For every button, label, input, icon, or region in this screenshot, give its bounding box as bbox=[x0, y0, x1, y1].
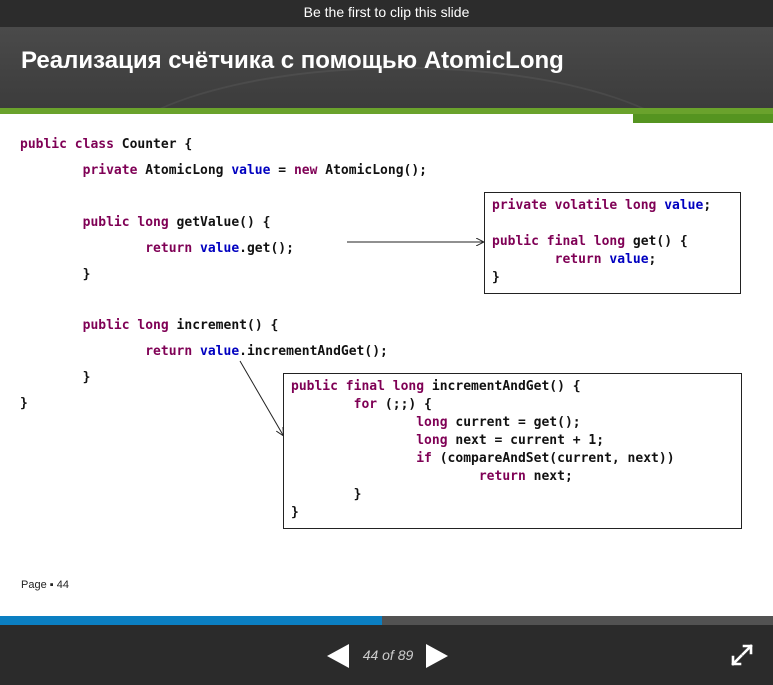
arrow-to-increment-box bbox=[239, 360, 283, 435]
fullscreen-icon[interactable] bbox=[730, 643, 754, 667]
next-arrow-icon[interactable] bbox=[426, 644, 448, 668]
clip-slide-text[interactable]: Be the first to clip this slide bbox=[304, 4, 470, 20]
arrows-layer bbox=[239, 27, 773, 616]
fullscreen-glyph bbox=[731, 644, 753, 666]
progress-bar[interactable] bbox=[0, 616, 773, 625]
prev-arrow-icon[interactable] bbox=[327, 644, 349, 668]
slide: Реализация счётчика с помощью AtomicLong… bbox=[0, 27, 773, 616]
progress-fill bbox=[0, 616, 382, 625]
clip-bar[interactable]: Be the first to clip this slide bbox=[0, 0, 773, 27]
slide-counter: 44 of 89 bbox=[362, 647, 414, 663]
player-controls: 44 of 89 bbox=[0, 625, 773, 685]
page-label: Page ▪ 44 bbox=[21, 579, 69, 591]
